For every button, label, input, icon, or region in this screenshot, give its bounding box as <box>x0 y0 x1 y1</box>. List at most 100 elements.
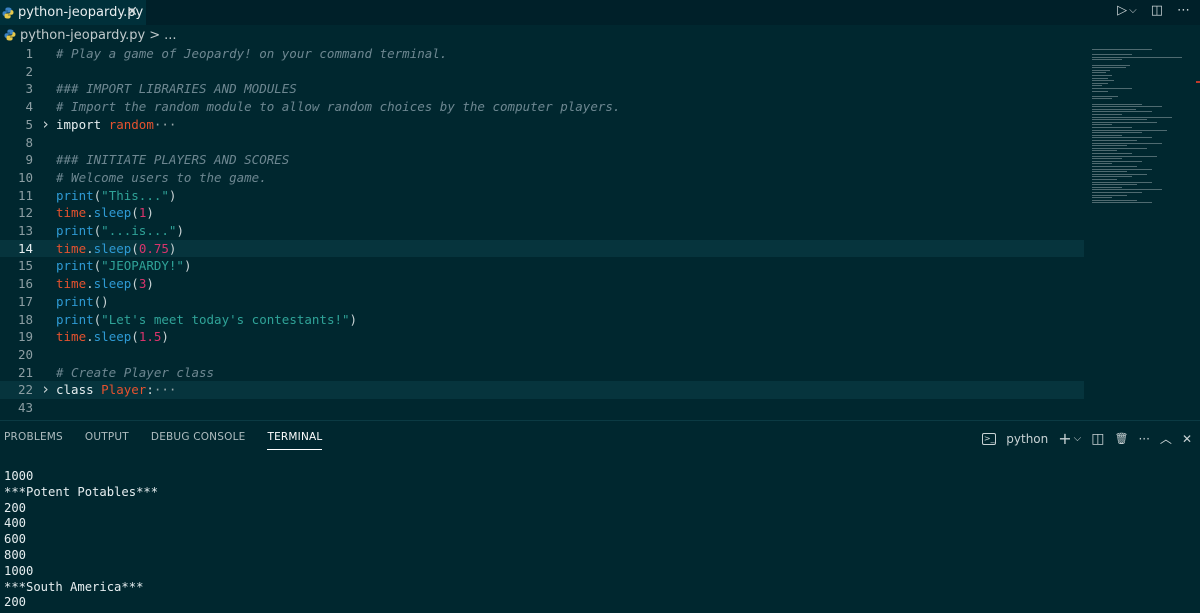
fold-chevron-icon[interactable]: › <box>41 115 50 134</box>
code-line[interactable]: 17 print() <box>0 293 1084 311</box>
code-token: sleep <box>93 329 132 345</box>
minimap-line <box>1092 137 1152 139</box>
file-tab-label: python-jeopardy.py <box>18 5 144 20</box>
code-text: import random··· <box>56 116 176 134</box>
trash-icon[interactable]: 🗑 <box>1115 432 1129 445</box>
code-line[interactable]: 15 print("JEOPARDY!") <box>0 257 1084 275</box>
minimap-line <box>1092 90 1108 92</box>
code-text: print("This...") <box>56 187 176 205</box>
minimap-line <box>1092 197 1112 199</box>
code-line[interactable]: 2 <box>0 63 1084 81</box>
code-token: class <box>56 382 102 398</box>
minimap-line <box>1092 80 1114 82</box>
code-line[interactable]: 12 time.sleep(1) <box>0 204 1084 222</box>
line-number: 5 <box>25 116 33 132</box>
code-text: print("...is...") <box>56 222 184 240</box>
code-line[interactable]: 43 <box>0 399 1084 417</box>
code-token: sleep <box>93 205 132 221</box>
run-icon[interactable]: ▷ <box>1117 3 1127 18</box>
minimap-line <box>1092 166 1137 167</box>
minimap-line <box>1092 199 1137 201</box>
code-token: ### IMPORT LIBRARIES AND MODULES <box>56 81 297 97</box>
line-number: 13 <box>17 223 33 238</box>
code-text: # Welcome users to the game. <box>56 169 267 187</box>
code-token: # Import the random module to allow rand… <box>56 99 621 115</box>
minimap-line <box>1092 194 1127 196</box>
breadcrumb-symbols[interactable]: ... <box>164 28 176 43</box>
panel-tab-terminal[interactable]: TERMINAL <box>267 431 323 450</box>
python-file-icon <box>4 29 16 41</box>
code-token: sleep <box>93 240 132 256</box>
code-token: random <box>108 116 154 132</box>
terminal-icon: >_ <box>982 432 997 445</box>
terminal-shell-label[interactable]: python <box>1006 432 1048 446</box>
code-line[interactable]: 10 # Welcome users to the game. <box>0 169 1084 187</box>
panel-tab-debug-console[interactable]: DEBUG CONSOLE <box>151 431 246 450</box>
line-number: 14 <box>17 240 33 256</box>
panel-tab-problems[interactable]: PROBLEMS <box>4 431 63 450</box>
code-line[interactable]: 13 print("...is...") <box>0 222 1084 240</box>
minimap-line <box>1092 184 1137 186</box>
code-line[interactable]: 4 # Import the random module to allow ran… <box>0 98 1084 116</box>
line-number: 22 <box>17 382 33 398</box>
minimap-line <box>1092 140 1137 141</box>
breadcrumb-file[interactable]: python-jeopardy.py <box>20 28 145 43</box>
code-line[interactable]: 22 › class Player:··· <box>0 381 1084 399</box>
terminal-line: 200 <box>4 500 27 515</box>
minimap[interactable] <box>1090 45 1200 210</box>
line-number: 16 <box>17 276 33 292</box>
code-line[interactable]: 20 <box>0 346 1084 364</box>
code-line[interactable]: 16 time.sleep(3) <box>0 275 1084 293</box>
run-menu-chevron-icon[interactable]: ⌵ <box>1129 5 1137 16</box>
line-number: 9 <box>25 152 33 168</box>
code-text: time.sleep(3) <box>56 275 154 293</box>
minimap-line <box>1092 192 1142 193</box>
minimap-line <box>1092 98 1112 100</box>
line-number: 20 <box>17 346 33 362</box>
minimap-line <box>1092 121 1157 123</box>
code-editor[interactable]: 1 # Play a game of Jeopardy! on your comm… <box>0 45 1090 418</box>
minimap-line <box>1092 142 1162 144</box>
more-actions-icon[interactable]: ⋯ <box>1177 3 1190 18</box>
panel-tab-output[interactable]: OUTPUT <box>85 431 129 450</box>
code-line[interactable]: 9 ### INITIATE PLAYERS AND SCORES <box>0 151 1084 169</box>
minimap-line <box>1092 129 1167 131</box>
close-panel-icon[interactable]: ✕ <box>1182 432 1192 446</box>
terminal-line: 1000 <box>4 469 34 483</box>
code-line[interactable]: 14 time.sleep(0.75) <box>0 239 1084 258</box>
code-line[interactable]: 18 print("Let's meet today's contestants!… <box>0 311 1084 329</box>
code-line[interactable]: 21 # Create Player class <box>0 364 1084 382</box>
line-number: 11 <box>17 187 33 203</box>
code-line[interactable]: 1 # Play a game of Jeopardy! on your comm… <box>0 45 1084 63</box>
close-tab-icon[interactable]: ✕ <box>126 4 138 20</box>
minimap-line <box>1092 163 1112 165</box>
split-terminal-icon[interactable]: ◫ <box>1091 431 1104 447</box>
maximize-panel-icon[interactable]: ︿ <box>1160 430 1172 447</box>
code-token: print <box>56 187 94 203</box>
code-token: : <box>146 382 154 398</box>
code-token: ) <box>349 311 358 327</box>
more-icon[interactable]: ··· <box>1138 432 1149 446</box>
code-line[interactable]: 8 <box>0 134 1084 152</box>
code-line[interactable]: 11 print("This...") <box>0 187 1084 205</box>
code-token: ) <box>183 258 192 274</box>
code-token: ··· <box>153 382 177 398</box>
code-token: # Create Player class <box>56 364 215 380</box>
file-tab[interactable]: python-jeopardy.py ✕ <box>0 0 146 25</box>
code-line[interactable]: 5 › import random··· <box>0 115 1084 134</box>
terminal-output[interactable]: 1000 ***Potent Potables*** 200 400 600 800 100… <box>4 469 158 611</box>
code-token: ) <box>168 240 177 256</box>
code-token: import <box>56 116 109 132</box>
fold-chevron-icon[interactable]: › <box>41 381 50 399</box>
new-terminal-menu-icon[interactable]: ⌵ <box>1074 433 1082 444</box>
code-text: ### IMPORT LIBRARIES AND MODULES <box>56 80 297 98</box>
minimap-line <box>1092 153 1132 154</box>
code-line[interactable]: 19 time.sleep(1.5) <box>0 328 1084 346</box>
new-terminal-icon[interactable]: + <box>1058 429 1071 448</box>
split-editor-icon[interactable]: ◫ <box>1151 3 1163 18</box>
code-token: ) <box>168 187 177 203</box>
code-line[interactable]: 3 ### IMPORT LIBRARIES AND MODULES <box>0 80 1084 98</box>
code-token: "...is..." <box>101 223 177 238</box>
python-file-icon <box>2 7 14 18</box>
minimap-line <box>1092 106 1162 108</box>
